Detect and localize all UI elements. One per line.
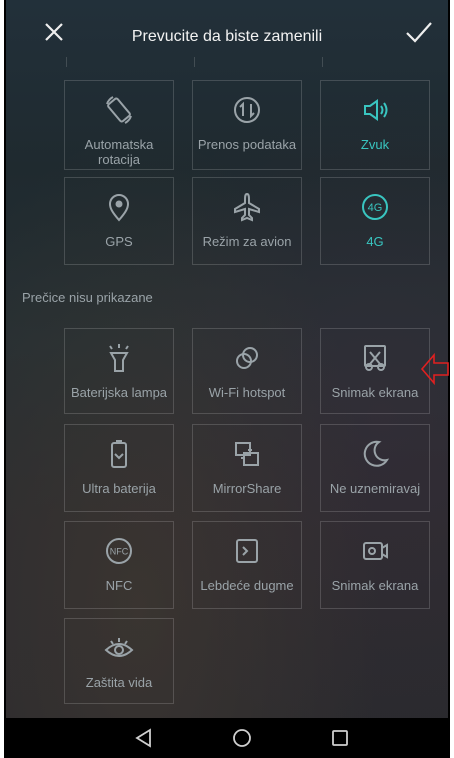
grid-divider — [322, 57, 323, 67]
location-pin-icon — [108, 194, 130, 222]
android-nav-bar — [6, 718, 448, 758]
tile-label: Zvuk — [360, 137, 390, 152]
nfc-icon: NFC — [106, 538, 132, 564]
eye-icon — [104, 638, 134, 657]
rotate-icon — [106, 96, 132, 124]
tile-label: Snimak ekrana — [331, 578, 419, 593]
tile-label: Snimak ekrana — [331, 385, 419, 400]
speaker-icon — [364, 99, 388, 121]
airplane-icon — [234, 192, 260, 222]
tile-label: Lebdeće dugme — [200, 578, 294, 593]
tile-label: GPS — [105, 234, 133, 249]
tile-label: NFC — [105, 578, 133, 593]
tile-label: Prenos podataka — [197, 137, 297, 152]
tile-label: 4G — [366, 234, 384, 249]
moon-icon — [363, 440, 390, 467]
tile-label: Baterijska lampa — [70, 385, 168, 400]
tile-flashlight[interactable]: Baterijska lampa — [64, 328, 174, 414]
quick-settings-editor: Prevucite da biste zamenili Automatska r… — [4, 0, 450, 758]
recents-icon[interactable] — [330, 728, 350, 748]
screen-record-icon — [363, 542, 388, 560]
back-icon[interactable] — [134, 728, 154, 748]
tile-auto-rotate[interactable]: Automatska rotacija — [64, 80, 174, 170]
floating-button-icon — [236, 539, 258, 563]
tile-label: Automatska rotacija — [84, 137, 154, 167]
tile-label: Zaštita vida — [85, 675, 153, 690]
tile-label: Wi-Fi hotspot — [208, 385, 286, 400]
tile-floating-button[interactable]: Lebdeće dugme — [192, 521, 302, 609]
screenshot-scissors-icon — [364, 345, 386, 371]
mirror-share-icon — [235, 442, 259, 466]
section-heading-hidden: Prečice nisu prikazane — [22, 290, 153, 305]
tile-screenshot[interactable]: Snimak ekrana — [320, 328, 430, 414]
tile-airplane-mode[interactable]: Režim za avion — [192, 177, 302, 265]
svg-text:4G: 4G — [368, 202, 383, 214]
tile-4g[interactable]: 4G 4G — [320, 177, 430, 265]
confirm-check-icon[interactable] — [404, 18, 434, 46]
tile-screen-record[interactable]: Snimak ekrana — [320, 521, 430, 609]
tile-gps[interactable]: GPS — [64, 177, 174, 265]
tile-ultra-battery[interactable]: Ultra baterija — [64, 424, 174, 512]
flashlight-icon — [109, 344, 129, 372]
home-icon[interactable] — [232, 728, 252, 748]
screenshot-frame: Prevucite da biste zamenili Automatska r… — [0, 0, 454, 758]
svg-text:NFC: NFC — [110, 547, 129, 557]
tile-data-transfer[interactable]: Prenos podataka — [192, 80, 302, 170]
tile-eye-comfort[interactable]: Zaštita vida — [64, 618, 174, 704]
annotation-arrow-icon — [420, 352, 449, 386]
page-title: Prevucite da biste zamenili — [131, 28, 323, 45]
tile-label: MirrorShare — [212, 481, 282, 496]
top-bar: Prevucite da biste zamenili — [6, 8, 448, 58]
hotspot-icon — [236, 347, 258, 369]
tile-label: Ne uznemiravaj — [329, 481, 421, 496]
grid-divider — [194, 57, 195, 67]
grid-divider — [66, 57, 67, 67]
4g-icon: 4G — [362, 194, 388, 220]
tile-label: Ultra baterija — [82, 481, 156, 496]
tile-sound[interactable]: Zvuk — [320, 80, 430, 170]
tile-do-not-disturb[interactable]: Ne uznemiravaj — [320, 424, 430, 512]
tile-label: Režim za avion — [202, 234, 292, 249]
battery-icon — [111, 440, 127, 468]
data-transfer-icon — [234, 97, 260, 123]
tile-wifi-hotspot[interactable]: Wi-Fi hotspot — [192, 328, 302, 414]
tile-nfc[interactable]: NFC NFC — [64, 521, 174, 609]
tile-mirrorshare[interactable]: MirrorShare — [192, 424, 302, 512]
